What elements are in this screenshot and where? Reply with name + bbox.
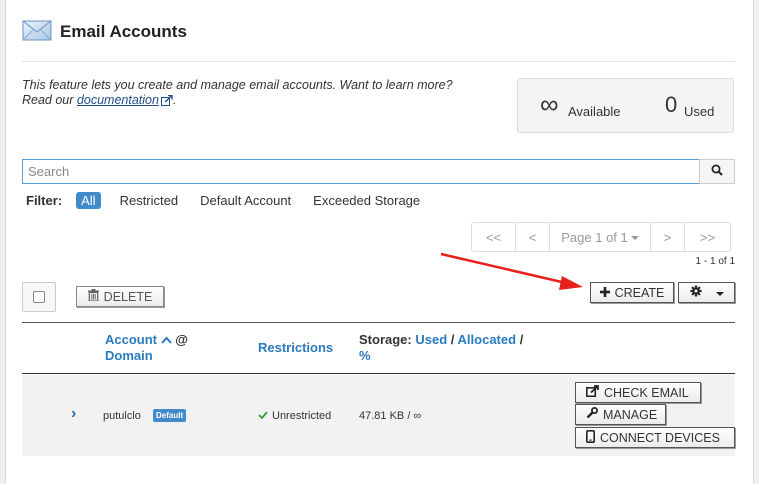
external-link-icon[interactable] (160, 94, 173, 110)
restriction-status: Unrestricted (258, 410, 331, 422)
filter-restricted[interactable]: Restricted (120, 193, 179, 208)
external-link-icon (586, 385, 604, 400)
caret-down-icon (715, 291, 724, 296)
available-label: Available (568, 104, 621, 119)
used-label: Used (684, 104, 715, 119)
wrench-icon (586, 407, 603, 422)
at-symbol: @ (175, 332, 188, 347)
search-button[interactable] (699, 159, 735, 184)
gear-icon (690, 285, 707, 300)
pagination: << < Page 1 of 1 > >> (471, 222, 731, 252)
manage-button[interactable]: MANAGE (575, 404, 666, 425)
check-email-label: CHECK EMAIL (604, 385, 689, 400)
page-select-label: Page 1 of 1 (561, 229, 628, 245)
results-range: 1 - 1 of 1 (695, 256, 735, 267)
column-account-domain[interactable]: Account @ Domain (105, 332, 188, 364)
connect-devices-button[interactable]: CONNECT DEVICES (575, 427, 735, 448)
column-storage: Storage: Used / Allocated / % (359, 332, 523, 364)
separator: / (450, 332, 455, 347)
next-page-button[interactable]: > (651, 223, 685, 251)
caret-down-icon (630, 236, 639, 240)
filter-all[interactable]: All (76, 192, 101, 209)
trash-icon (87, 289, 104, 304)
filter-bar: Filter: All Restricted Default Account E… (26, 192, 442, 209)
check-icon (258, 410, 272, 422)
last-page-button[interactable]: >> (685, 223, 730, 251)
search-input[interactable] (22, 159, 700, 184)
default-badge: Default (153, 409, 187, 422)
select-all-checkbox[interactable] (22, 282, 56, 312)
page-title: Email Accounts (60, 22, 187, 41)
delete-button-label: DELETE (103, 289, 153, 304)
manage-label: MANAGE (603, 407, 658, 422)
storage-label: Storage: (359, 332, 412, 347)
connect-devices-label: CONNECT DEVICES (600, 430, 720, 445)
delete-button[interactable]: DELETE (76, 286, 164, 307)
checkbox-square (33, 291, 45, 303)
filter-exceeded-storage[interactable]: Exceeded Storage (313, 193, 420, 208)
create-button-label: CREATE (614, 285, 665, 300)
plus-icon (599, 286, 615, 300)
create-button[interactable]: CREATE (590, 282, 674, 303)
settings-dropdown-button[interactable] (678, 282, 735, 303)
expand-chevron-icon[interactable]: › (71, 405, 76, 423)
quota-panel: ∞ Available 0 Used (517, 78, 734, 133)
separator: / (519, 332, 524, 347)
window-frame-right (753, 0, 759, 484)
account-sort-link[interactable]: Account (105, 332, 157, 347)
check-email-button[interactable]: CHECK EMAIL (575, 382, 701, 403)
restriction-text: Unrestricted (272, 410, 332, 422)
page-select[interactable]: Page 1 of 1 (550, 223, 651, 251)
domain-sort-link[interactable]: Domain (105, 348, 153, 363)
used-sort-link[interactable]: Used (415, 332, 447, 347)
first-page-button[interactable]: << (472, 223, 516, 251)
percent-sort-link[interactable]: % (359, 348, 371, 363)
documentation-link[interactable]: documentation (77, 93, 159, 107)
account-name: putulclo (103, 410, 141, 422)
storage-usage: 47.81 KB / ∞ (359, 410, 422, 422)
prev-page-button[interactable]: < (516, 223, 550, 251)
filter-label: Filter: (26, 193, 63, 208)
envelope-icon (22, 18, 52, 42)
header-divider (22, 61, 735, 62)
mobile-device-icon (586, 429, 600, 446)
filter-default-account[interactable]: Default Account (200, 193, 291, 208)
search-icon (711, 163, 723, 181)
window-frame-left (0, 0, 6, 484)
used-count: 0 (665, 92, 678, 117)
allocated-sort-link[interactable]: Allocated (458, 332, 517, 347)
column-restrictions[interactable]: Restrictions (258, 340, 333, 356)
available-count: ∞ (540, 89, 559, 119)
feature-description: This feature lets you create and manage … (22, 78, 462, 110)
page-header: Email Accounts (22, 18, 187, 42)
sort-ascending-icon (160, 332, 172, 347)
table-header: Account @ Domain Restrictions Storage: U… (22, 322, 735, 374)
description-suffix: . (172, 93, 177, 107)
